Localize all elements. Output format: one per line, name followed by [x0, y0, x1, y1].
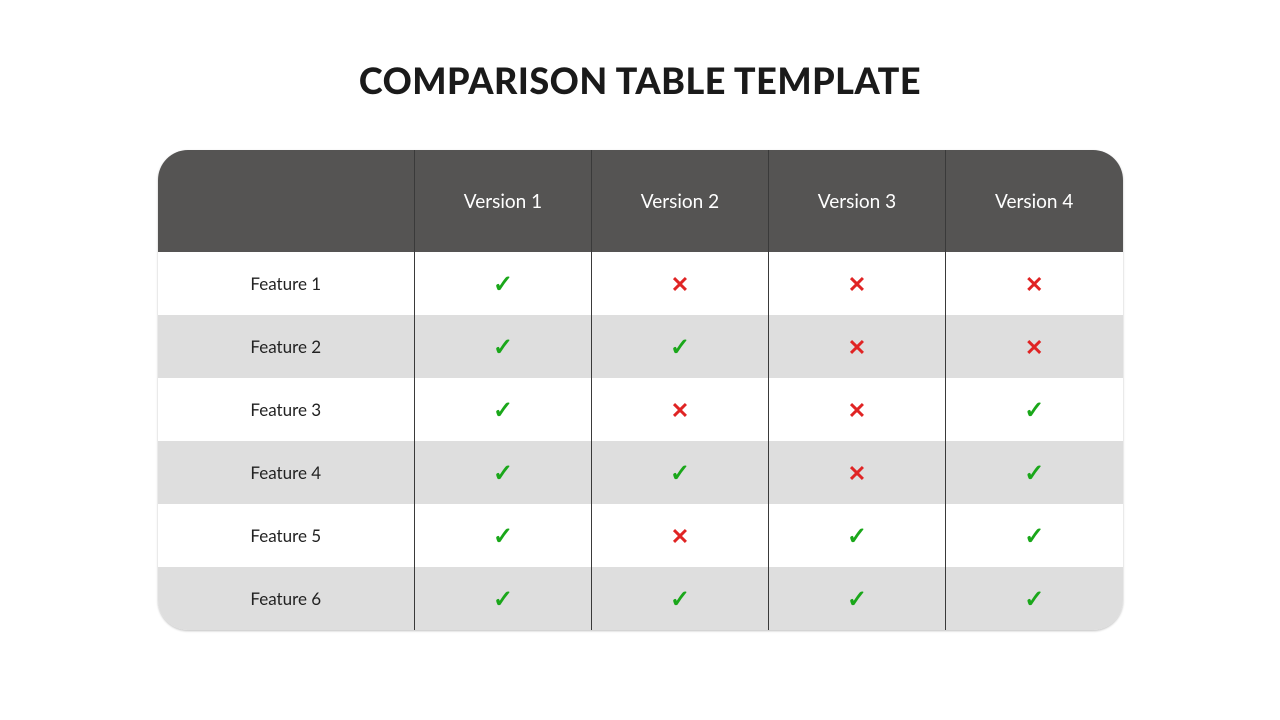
check-icon: ✓ [493, 269, 513, 298]
cell: ✓ [946, 441, 1123, 504]
cross-icon: ✕ [671, 396, 689, 423]
feature-label: Feature 4 [158, 441, 415, 504]
feature-label: Feature 3 [158, 378, 415, 441]
check-icon: ✓ [670, 458, 690, 487]
feature-label: Feature 6 [158, 567, 415, 630]
check-icon: ✓ [847, 521, 867, 550]
comparison-table: Version 1 Version 2 Version 3 Version 4 … [158, 150, 1123, 630]
check-icon: ✓ [493, 395, 513, 424]
check-icon: ✓ [1024, 521, 1044, 550]
table-row: Feature 3 ✓ ✕ ✕ ✓ [158, 378, 1123, 441]
table-row: Feature 2 ✓ ✓ ✕ ✕ [158, 315, 1123, 378]
check-icon: ✓ [670, 332, 690, 361]
feature-label: Feature 2 [158, 315, 415, 378]
check-icon: ✓ [670, 584, 690, 613]
cell: ✓ [592, 567, 769, 630]
check-icon: ✓ [847, 584, 867, 613]
check-icon: ✓ [493, 458, 513, 487]
table-row: Feature 6 ✓ ✓ ✓ ✓ [158, 567, 1123, 630]
table-row: Feature 4 ✓ ✓ ✕ ✓ [158, 441, 1123, 504]
cross-icon: ✕ [848, 459, 866, 486]
check-icon: ✓ [1024, 395, 1044, 424]
header-blank [158, 150, 415, 252]
cell: ✕ [592, 504, 769, 567]
header-version-4: Version 4 [946, 150, 1123, 252]
cross-icon: ✕ [848, 270, 866, 297]
cross-icon: ✕ [848, 396, 866, 423]
cell: ✓ [415, 567, 592, 630]
page-title: COMPARISON TABLE TEMPLATE [359, 58, 921, 102]
cell: ✓ [415, 378, 592, 441]
cell: ✕ [769, 315, 946, 378]
cell: ✕ [769, 252, 946, 315]
cell: ✓ [946, 378, 1123, 441]
cell: ✕ [592, 378, 769, 441]
check-icon: ✓ [493, 332, 513, 361]
cell: ✓ [415, 252, 592, 315]
cell: ✕ [946, 252, 1123, 315]
cell: ✕ [769, 378, 946, 441]
cell: ✓ [592, 315, 769, 378]
check-icon: ✓ [1024, 458, 1044, 487]
cell: ✕ [769, 441, 946, 504]
feature-label: Feature 5 [158, 504, 415, 567]
cell: ✓ [415, 441, 592, 504]
cross-icon: ✕ [671, 270, 689, 297]
cell: ✕ [946, 315, 1123, 378]
cell: ✓ [769, 567, 946, 630]
header-version-2: Version 2 [592, 150, 769, 252]
check-icon: ✓ [493, 521, 513, 550]
cell: ✓ [946, 567, 1123, 630]
check-icon: ✓ [493, 584, 513, 613]
feature-label: Feature 1 [158, 252, 415, 315]
cell: ✓ [415, 504, 592, 567]
cross-icon: ✕ [671, 522, 689, 549]
cell: ✓ [415, 315, 592, 378]
table-body: Feature 1✓✕✕✕Feature 2✓✓✕✕Feature 3✓✕✕✓F… [158, 252, 1123, 630]
header-version-3: Version 3 [769, 150, 946, 252]
header-version-1: Version 1 [415, 150, 592, 252]
cell: ✓ [769, 504, 946, 567]
comparison-table-element: Version 1 Version 2 Version 3 Version 4 … [158, 150, 1123, 630]
cell: ✓ [592, 441, 769, 504]
cell: ✕ [592, 252, 769, 315]
cross-icon: ✕ [848, 333, 866, 360]
check-icon: ✓ [1024, 584, 1044, 613]
cross-icon: ✕ [1025, 270, 1043, 297]
table-row: Feature 5 ✓ ✕ ✓ ✓ [158, 504, 1123, 567]
table-header-row: Version 1 Version 2 Version 3 Version 4 [158, 150, 1123, 252]
cross-icon: ✕ [1025, 333, 1043, 360]
cell: ✓ [946, 504, 1123, 567]
table-row: Feature 1 ✓ ✕ ✕ ✕ [158, 252, 1123, 315]
